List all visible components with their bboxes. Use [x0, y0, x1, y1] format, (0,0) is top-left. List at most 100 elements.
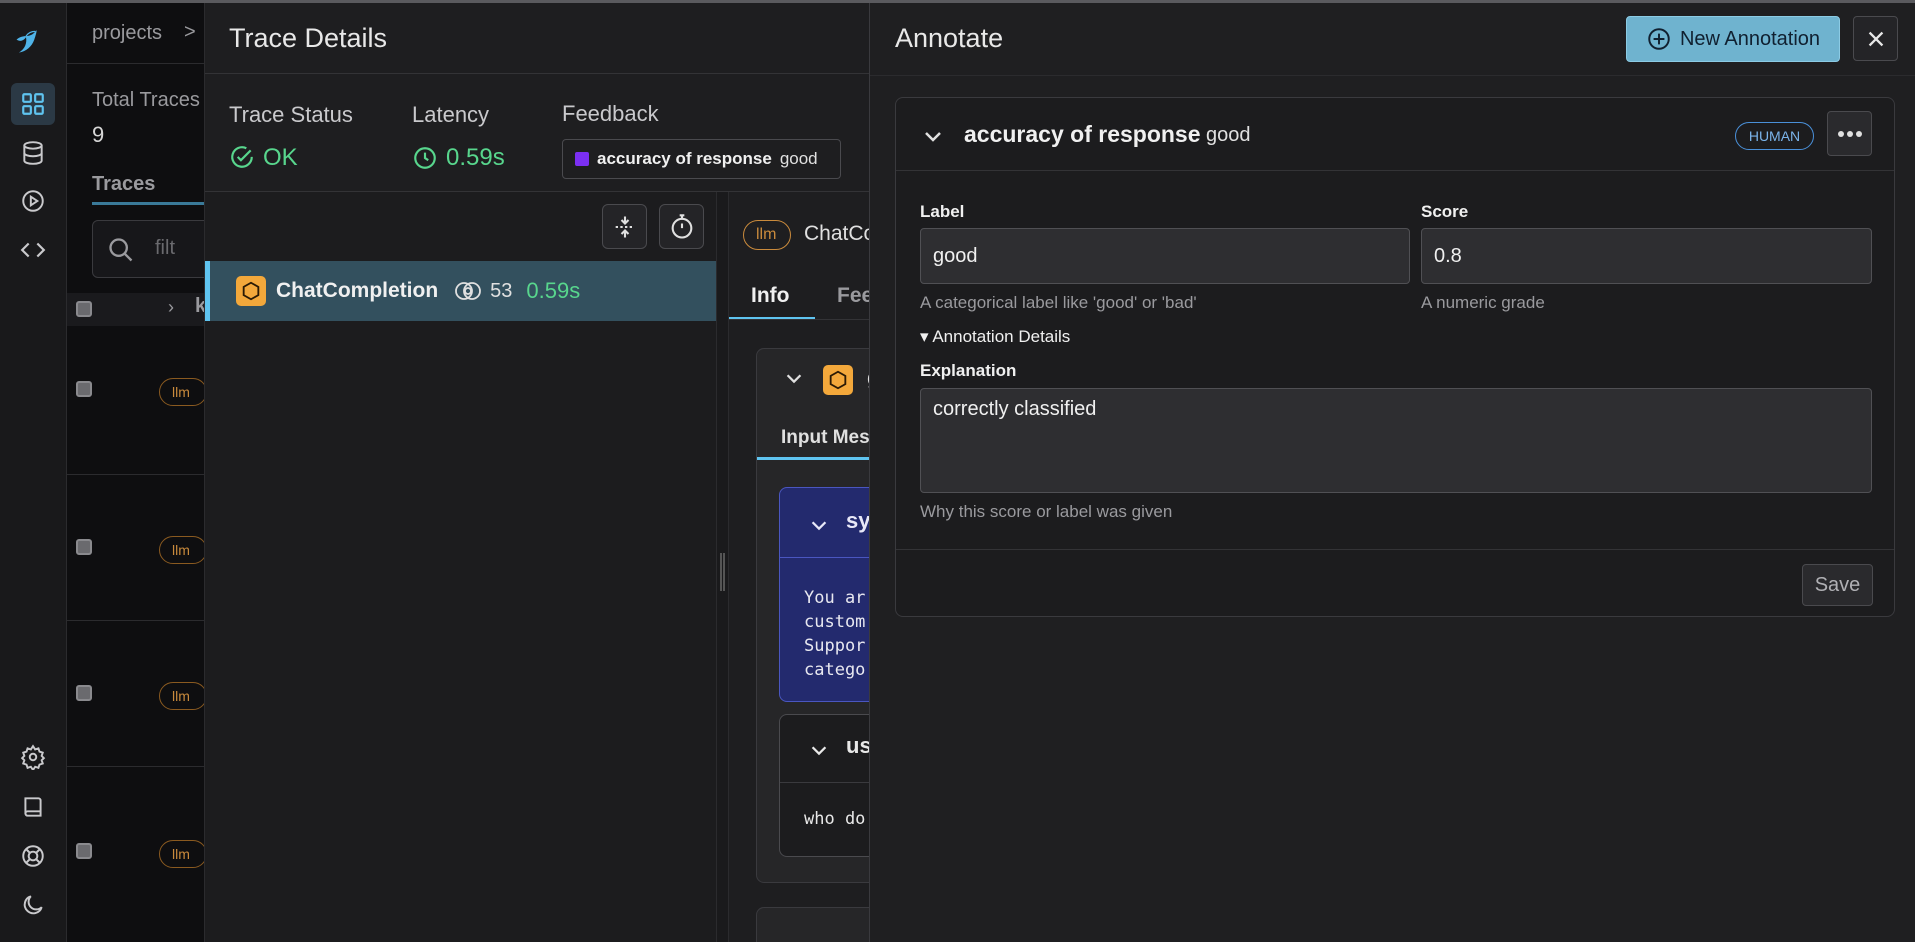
left-nav: [0, 3, 67, 942]
explanation-help-text: Why this score or label was given: [920, 502, 1173, 521]
trace-details-title: Trace Details: [229, 23, 388, 53]
resize-grip-icon[interactable]: [720, 553, 725, 591]
nav-support-lifebuoy-icon[interactable]: [11, 835, 55, 877]
phoenix-logo-icon[interactable]: [13, 29, 53, 73]
row-kind-badge: llm: [159, 378, 204, 406]
trace-status-value: OK: [263, 144, 298, 171]
breadcrumb-projects[interactable]: projects: [92, 22, 162, 45]
span-kind-badge: llm: [743, 220, 791, 250]
explanation-field-label: Explanation: [920, 361, 1017, 380]
score-help-text: A numeric grade: [1421, 293, 1545, 312]
llm-span-icon: [236, 276, 266, 306]
score-input[interactable]: 0.8: [1421, 228, 1872, 284]
trace-details-panel: Trace Details Trace Status Latency Feedb…: [204, 3, 869, 942]
chevron-down-icon[interactable]: [921, 124, 945, 148]
annotation-name: accuracy of response: [964, 121, 1201, 147]
new-annotation-label: New Annotation: [1679, 27, 1821, 50]
annotation-details-toggle[interactable]: ▾ Annotation Details: [920, 327, 1070, 347]
user-message-card: us who do: [779, 714, 869, 857]
score-field-label: Score: [1421, 202, 1469, 221]
tab-traces[interactable]: Traces: [92, 173, 155, 196]
token-count: 53: [454, 277, 512, 305]
llm-span-icon: [823, 365, 853, 395]
save-button[interactable]: Save: [1802, 564, 1873, 606]
search-placeholder: filt: [155, 237, 175, 259]
row-checkbox[interactable]: [76, 539, 92, 555]
close-icon: [1868, 31, 1883, 46]
row-divider: [67, 474, 204, 475]
table-header: › k: [67, 293, 204, 326]
nav-docs-book-icon[interactable]: [11, 786, 55, 828]
search-input[interactable]: filt: [92, 220, 204, 278]
token-count-value: 53: [490, 279, 513, 302]
chevron-down-icon[interactable]: [808, 514, 830, 536]
row-kind-badge: llm: [159, 682, 204, 710]
traces-page-background: projects > Total Traces 9 Traces filt › …: [67, 3, 204, 942]
annotate-panel: Annotate New Annotation accuracy of resp…: [869, 3, 1915, 942]
latency-value: 0.59s: [446, 144, 505, 171]
feedback-token[interactable]: accuracy of response good: [562, 139, 841, 179]
nav-code-icon[interactable]: [11, 229, 55, 271]
chevron-down-icon[interactable]: [808, 739, 830, 761]
system-message-card: sy You ar custom Suppor catego: [779, 487, 869, 702]
nav-datasets-icon[interactable]: [11, 132, 55, 174]
next-card: [756, 907, 869, 942]
feedback-name: accuracy of response: [597, 149, 772, 168]
app-root: projects > Total Traces 9 Traces filt › …: [0, 0, 1915, 942]
collapse-expand-button[interactable]: [602, 204, 647, 249]
label-help-text: A categorical label like 'good' or 'bad': [920, 293, 1197, 312]
tab-feedback[interactable]: Fee: [837, 284, 869, 308]
more-options-button[interactable]: [1827, 111, 1872, 156]
row-kind-badge: llm: [159, 536, 204, 564]
column-header-k[interactable]: k: [195, 295, 204, 318]
search-icon: [109, 238, 133, 262]
tab-info[interactable]: Info: [751, 284, 789, 308]
select-all-checkbox[interactable]: [76, 301, 92, 317]
row-kind-badge: llm: [159, 840, 204, 868]
span-detail-panel: llm ChatCo Info Fee g Input Mes sy You a…: [729, 192, 869, 942]
card-footer-divider: [896, 549, 1894, 550]
row-checkbox[interactable]: [76, 843, 92, 859]
card-header-divider: [896, 170, 1894, 171]
tab-input-messages[interactable]: Input Mes: [781, 427, 869, 449]
tab-traces-underline: [92, 202, 204, 205]
row-divider: [67, 620, 204, 621]
nav-settings-gear-icon[interactable]: [11, 736, 55, 778]
new-annotation-button[interactable]: New Annotation: [1626, 16, 1840, 62]
row-checkbox[interactable]: [76, 685, 92, 701]
annotator-kind-badge: HUMAN: [1735, 122, 1814, 150]
nav-theme-moon-icon[interactable]: [11, 884, 55, 926]
header-divider: [67, 63, 204, 64]
title-divider: [205, 73, 869, 74]
breadcrumb-separator: >: [184, 21, 196, 43]
chevron-down-icon[interactable]: [783, 367, 805, 389]
nav-playground-icon[interactable]: [11, 180, 55, 222]
explanation-textarea[interactable]: correctly classified: [920, 388, 1872, 493]
expand-chevron-icon[interactable]: ›: [168, 297, 174, 318]
annotation-card: accuracy of response good HUMAN Label go…: [895, 97, 1895, 617]
total-traces-value: 9: [92, 122, 105, 147]
span-latency: 0.59s: [526, 278, 581, 303]
user-message-text: who do: [804, 809, 866, 829]
trace-status: OK: [229, 144, 298, 172]
label-field-label: Label: [920, 202, 965, 221]
span-detail-name: ChatCo: [804, 222, 869, 245]
timing-toggle-button[interactable]: [659, 204, 704, 249]
row-divider: [67, 766, 204, 767]
nav-projects-icon[interactable]: [11, 83, 55, 125]
row-checkbox[interactable]: [76, 381, 92, 397]
collapse-arrows-icon: [615, 216, 634, 237]
plus-circle-icon: [1648, 28, 1670, 50]
tabs-divider: [729, 319, 869, 320]
span-row-chatcompletion[interactable]: ChatCompletion 53 0.59s: [205, 261, 716, 321]
user-role-label: us: [846, 733, 869, 758]
clock-icon: [414, 147, 436, 169]
annotation-value: good: [1206, 124, 1251, 146]
feedback-color-swatch: [575, 152, 589, 166]
span-name: ChatCompletion: [276, 279, 439, 302]
check-circle-icon: [231, 146, 253, 168]
label-input[interactable]: good: [920, 228, 1410, 284]
tab-input-messages-underline: [757, 457, 869, 460]
close-button[interactable]: [1853, 16, 1898, 61]
title-divider: [870, 75, 1915, 76]
